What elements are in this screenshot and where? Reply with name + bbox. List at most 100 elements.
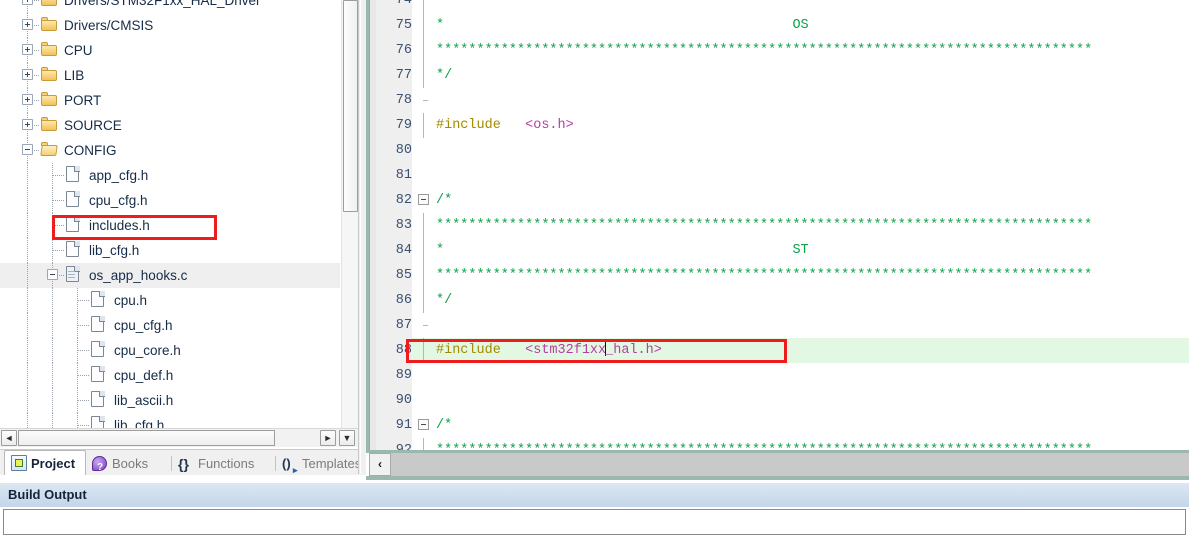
code-line[interactable]: 90 [376,388,1189,413]
fold-line [423,38,424,63]
code-line[interactable]: 79 #include <os.h> [376,113,1189,138]
tree-guide-connector [78,300,90,301]
tree-item-os-app-hooks-c[interactable]: os_app_hooks.c [0,263,340,288]
code-line[interactable]: 91 /* [376,413,1189,438]
fold-column[interactable] [416,13,432,38]
line-number: 81 [376,163,412,188]
project-tree[interactable]: Drivers/STM32F1xx_HAL_Driver Drivers/CMSI… [0,0,340,428]
code-line[interactable]: 78 [376,88,1189,113]
code-line[interactable]: 74 **************************************… [376,0,1189,13]
fold-column[interactable] [416,188,432,213]
expand-icon[interactable] [22,94,33,105]
scrollbar-thumb[interactable] [343,0,358,212]
tree-guide-line [27,363,28,388]
tree-item-cpu[interactable]: CPU [0,38,340,63]
folder-icon [41,0,58,7]
tabbar-scroll-left-button[interactable]: ‹ [369,453,391,476]
folder-icon [41,117,58,132]
code-line[interactable]: 83 **************************************… [376,213,1189,238]
tab-project[interactable]: Project [4,450,86,475]
code-line[interactable]: 77 */ [376,63,1189,88]
expand-icon[interactable] [22,119,33,130]
code-line[interactable]: 82 /* [376,188,1189,213]
code-line[interactable]: 80 [376,138,1189,163]
tree-item-config[interactable]: CONFIG [0,138,340,163]
fold-column[interactable] [416,238,432,263]
code-line[interactable]: 92 **************************************… [376,438,1189,450]
tree-item-includes-h[interactable]: includes.h [0,213,340,238]
tree-item-lib-ascii-h[interactable]: lib_ascii.h [0,388,340,413]
build-output-text[interactable] [3,509,1186,535]
code-line[interactable]: 81 [376,163,1189,188]
tree-guide-line [27,288,28,313]
expand-icon[interactable] [22,19,33,30]
fold-column[interactable] [416,38,432,63]
editor-document-tabbar[interactable]: ‹ [369,453,1189,476]
line-number: 92 [376,438,412,450]
tab-functions[interactable]: {} Functions [172,452,276,475]
fold-column[interactable] [416,413,432,438]
code-line[interactable]: 89 [376,363,1189,388]
tree-item-app-cfg-h[interactable]: app_cfg.h [0,163,340,188]
fold-column[interactable] [416,88,432,113]
tree-item-cpu-h[interactable]: cpu.h [0,288,340,313]
fold-column[interactable] [416,438,432,450]
fold-column[interactable] [416,63,432,88]
scroll-right-button[interactable]: ► [320,430,336,446]
code-token: _hal.h> [605,343,662,358]
code-line[interactable]: 75 * OS [376,13,1189,38]
project-panel: Drivers/STM32F1xx_HAL_Driver Drivers/CMSI… [0,0,376,479]
project-tree-vertical-scrollbar[interactable] [341,0,359,428]
panel-splitter[interactable] [358,0,366,474]
scrollbar-thumb-horizontal[interactable] [18,430,275,446]
code-editor[interactable]: 74 **************************************… [376,0,1189,450]
expand-icon[interactable] [22,69,33,80]
project-tree-horizontal-scrollbar[interactable]: ◄ ► ▼ [0,428,358,447]
expand-icon[interactable] [22,0,33,5]
fold-column[interactable] [416,263,432,288]
code-line[interactable]: 88 #include <stm32f1xx_hal.h> [376,338,1189,363]
fold-column[interactable] [416,313,432,338]
tree-guide-line [52,413,53,428]
tree-item-drivers-cmsis[interactable]: Drivers/CMSIS [0,13,340,38]
fold-column[interactable] [416,338,432,363]
expand-icon[interactable] [22,44,33,55]
code-line[interactable]: 85 **************************************… [376,263,1189,288]
code-line[interactable]: 87 [376,313,1189,338]
fold-column[interactable] [416,288,432,313]
scroll-down-button[interactable]: ▼ [339,430,355,446]
fold-column[interactable] [416,113,432,138]
tree-item-cpu-cfg-h[interactable]: cpu_cfg.h [0,313,340,338]
collapse-icon[interactable] [47,269,58,280]
fold-column[interactable] [416,138,432,163]
tree-item-lib[interactable]: LIB [0,63,340,88]
collapse-icon[interactable] [22,144,33,155]
fold-collapse-icon[interactable] [418,419,429,430]
tree-item-drivers-stm32f1xx-hal-driver[interactable]: Drivers/STM32F1xx_HAL_Driver [0,0,340,13]
tree-item-lib-cfg-h[interactable]: lib_cfg.h [0,238,340,263]
tab-books[interactable]: Books [86,452,172,479]
scroll-left-button[interactable]: ◄ [1,430,17,446]
fold-collapse-icon[interactable] [418,194,429,205]
fold-column[interactable] [416,213,432,238]
tree-item-cpu-def-h[interactable]: cpu_def.h [0,363,340,388]
fold-line [423,13,424,38]
code-line[interactable]: 86 */ [376,288,1189,313]
tree-item-label: cpu_def.h [114,368,174,383]
tree-item-port[interactable]: PORT [0,88,340,113]
tree-item-source[interactable]: SOURCE [0,113,340,138]
editor-frame: 74 **************************************… [366,0,1189,453]
fold-column[interactable] [416,0,432,13]
fold-column[interactable] [416,363,432,388]
fold-column[interactable] [416,163,432,188]
tree-item-cpu-cfg-h[interactable]: cpu_cfg.h [0,188,340,213]
folder-icon [41,42,58,57]
tree-guide-line [27,413,28,428]
tree-item-cpu-core-h[interactable]: cpu_core.h [0,338,340,363]
tree-item-lib-cfg-h[interactable]: lib_cfg.h [0,413,340,428]
project-panel-tabbar: Project Books {} Functions ()▸ Templates [0,449,376,479]
code-line[interactable]: 84 * ST [376,238,1189,263]
code-line[interactable]: 76 **************************************… [376,38,1189,63]
header-file-icon [91,391,105,408]
fold-column[interactable] [416,388,432,413]
